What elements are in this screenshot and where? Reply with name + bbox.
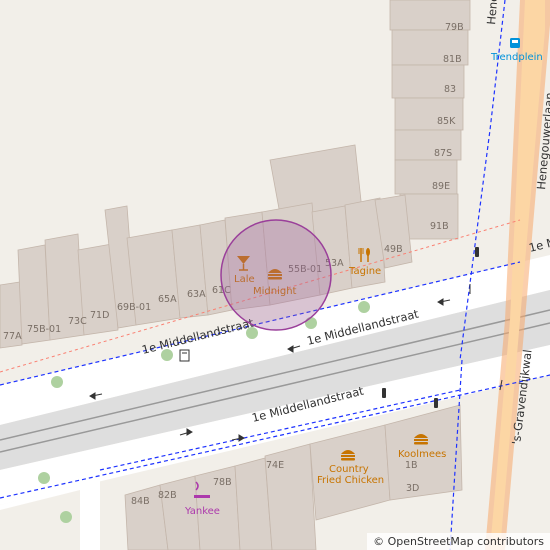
house-number: 84B — [131, 496, 150, 507]
house-number: 3D — [406, 483, 419, 494]
location-marker[interactable] — [220, 219, 332, 331]
house-number: 69B-01 — [117, 302, 151, 313]
traffic-signal-icon — [475, 247, 479, 257]
house-number: 75B-01 — [27, 324, 61, 335]
house-number: 78B — [213, 477, 232, 488]
poi-label: Tagine — [348, 266, 381, 277]
house-number: 82B — [158, 490, 177, 501]
house-number: 77A — [3, 331, 22, 342]
attribution-link[interactable]: OpenStreetMap contributors — [388, 535, 544, 548]
house-number: 74E — [266, 460, 284, 471]
house-number: 49B — [384, 244, 403, 255]
house-number: 89E — [432, 181, 450, 192]
map-view[interactable]: 1e Middellandstraat 1e Middellandstraat … — [0, 0, 550, 550]
map-canvas: 1e Middellandstraat 1e Middellandstraat … — [0, 0, 550, 550]
poi-label: Country — [329, 464, 369, 475]
house-number: 1B — [405, 460, 418, 471]
attribution[interactable]: © OpenStreetMap contributors — [367, 533, 550, 550]
traffic-signal-icon — [434, 398, 438, 408]
house-number: 65A — [158, 294, 177, 305]
poi-label: Trendplein — [490, 52, 543, 63]
poi-label: Yankee — [184, 506, 220, 517]
traffic-signal-icon — [382, 388, 386, 398]
house-number: 79B — [445, 22, 464, 33]
house-number: 63A — [187, 289, 206, 300]
house-number: 73C — [68, 316, 87, 327]
house-number: 81B — [443, 54, 462, 65]
copyright-symbol: © — [373, 535, 385, 548]
house-number: 71D — [90, 310, 109, 321]
house-number: 91B — [430, 221, 449, 232]
street-label: Hene — [484, 0, 501, 25]
house-number: 85K — [437, 116, 456, 127]
bus-stop-icon — [510, 38, 520, 48]
house-number: 87S — [434, 148, 452, 159]
poi-label: Fried Chicken — [317, 475, 384, 486]
poi-label: Koolmees — [398, 449, 446, 460]
house-number: 83 — [444, 84, 456, 95]
